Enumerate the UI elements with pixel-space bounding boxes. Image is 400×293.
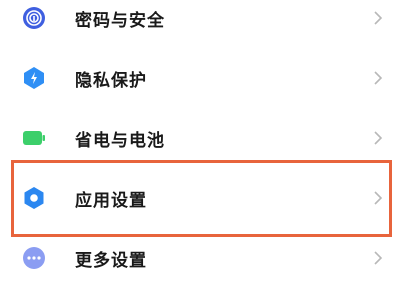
settings-item-more-settings[interactable]: 更多设置 [0, 228, 400, 288]
settings-item-password-security[interactable]: 密码与安全 [0, 0, 400, 48]
chevron-right-icon [372, 130, 384, 146]
settings-item-label: 隐私保护 [75, 70, 147, 91]
battery-icon [22, 126, 46, 150]
chevron-right-icon [372, 190, 384, 206]
settings-item-label: 省电与电池 [75, 130, 165, 151]
settings-item-label: 应用设置 [75, 190, 147, 211]
settings-item-label: 密码与安全 [75, 10, 165, 31]
more-dots-icon [22, 246, 46, 270]
privacy-shield-icon [22, 66, 46, 90]
chevron-right-icon [372, 10, 384, 26]
settings-item-app-settings[interactable]: 应用设置 [0, 168, 400, 228]
gear-icon [22, 186, 46, 210]
fingerprint-icon [22, 6, 46, 30]
settings-list: 密码与安全 隐私保护 省电与电池 应用设置 更多设置 [0, 0, 400, 293]
chevron-right-icon [372, 70, 384, 86]
settings-item-label: 更多设置 [75, 250, 147, 271]
settings-item-battery[interactable]: 省电与电池 [0, 108, 400, 168]
settings-item-privacy[interactable]: 隐私保护 [0, 48, 400, 108]
chevron-right-icon [372, 250, 384, 266]
